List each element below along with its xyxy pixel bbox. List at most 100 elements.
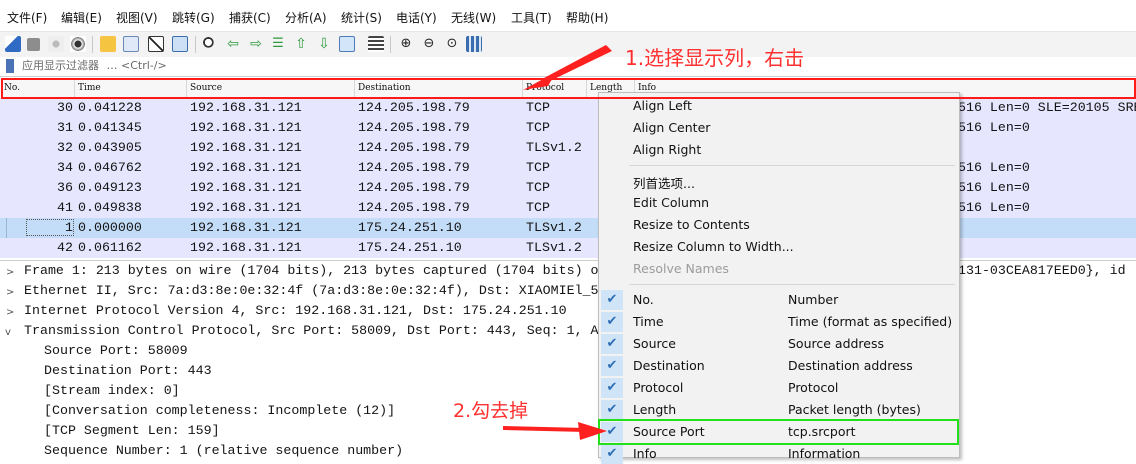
packet-row[interactable]: 31 0.041345 192.168.31.121 124.205.198.7… xyxy=(0,118,1136,138)
toolbar-separator xyxy=(195,36,196,53)
packet-row-selected[interactable]: 1 0.000000 192.168.31.121 175.24.251.10 … xyxy=(0,218,1136,238)
expand-arrow-icon[interactable]: > xyxy=(6,307,14,318)
annotation-step-1: 1.选择显示列，右击 xyxy=(625,46,805,70)
auto-scroll-icon[interactable] xyxy=(339,36,355,52)
menu-help[interactable]: 帮助(H) xyxy=(566,9,608,26)
menu-col-info[interactable]: Info xyxy=(633,446,657,461)
row-bracket-line xyxy=(6,218,7,238)
cell-destination: 124.205.198.79 xyxy=(358,200,470,215)
menu-file[interactable]: 文件(F) xyxy=(7,9,47,26)
packet-row[interactable]: 42 0.061162 192.168.31.121 175.24.251.10… xyxy=(0,238,1136,258)
cell-time: 0.061162 xyxy=(78,240,142,255)
menu-bar: 文件(F) 编辑(E) 视图(V) 跳转(G) 捕获(C) 分析(A) 统计(S… xyxy=(0,0,1136,31)
menu-col-destination[interactable]: Destination xyxy=(633,358,705,373)
menu-view[interactable]: 视图(V) xyxy=(116,9,158,26)
shark-fin-start-icon[interactable] xyxy=(5,36,21,52)
tree-tcp[interactable]: Transmission Control Protocol, Src Port:… xyxy=(24,323,599,338)
restart-capture-icon[interactable] xyxy=(48,36,64,52)
check-icon: ✔ xyxy=(601,334,623,354)
packet-row[interactable]: 32 0.043905 192.168.31.121 124.205.198.7… xyxy=(0,138,1136,158)
cell-source: 192.168.31.121 xyxy=(190,180,302,195)
menu-edit[interactable]: 编辑(E) xyxy=(61,9,102,26)
packet-row[interactable]: 36 0.049123 192.168.31.121 124.205.198.7… xyxy=(0,178,1136,198)
menu-resize-to-contents[interactable]: Resize to Contents xyxy=(633,217,750,232)
packet-row[interactable]: 30 0.041228 192.168.31.121 124.205.198.7… xyxy=(0,98,1136,118)
menu-go[interactable]: 跳转(G) xyxy=(172,9,215,26)
last-packet-icon[interactable]: ⇩ xyxy=(316,36,332,52)
header-highlight-box xyxy=(1,78,1136,99)
zoom-out-icon[interactable]: ⊖ xyxy=(421,36,437,52)
check-icon: ✔ xyxy=(601,312,623,332)
colorize-icon[interactable] xyxy=(368,36,384,52)
menu-analyze[interactable]: 分析(A) xyxy=(285,9,327,26)
menu-telephony[interactable]: 电话(Y) xyxy=(396,9,437,26)
find-packet-icon[interactable] xyxy=(202,36,218,52)
cell-destination: 124.205.198.79 xyxy=(358,160,470,175)
cell-destination: 175.24.251.10 xyxy=(358,240,462,255)
menu-capture[interactable]: 捕获(C) xyxy=(229,9,271,26)
reload-file-icon[interactable] xyxy=(172,36,188,52)
menu-resize-to-width[interactable]: Resize Column to Width... xyxy=(633,239,794,254)
go-forward-icon[interactable]: ⇨ xyxy=(248,36,264,52)
tree-child[interactable]: Destination Port: 443 xyxy=(44,363,212,378)
menu-align-center[interactable]: Align Center xyxy=(633,120,710,135)
zoom-reset-icon[interactable]: ⊙ xyxy=(444,36,460,52)
menu-edit-column[interactable]: Edit Column xyxy=(633,195,709,210)
cell-no: 36 xyxy=(57,180,73,195)
first-packet-icon[interactable]: ⇧ xyxy=(293,36,309,52)
menu-align-left[interactable]: Align Left xyxy=(633,98,692,113)
open-file-icon[interactable] xyxy=(100,36,116,52)
tree-ethernet[interactable]: Ethernet II, Src: 7a:d3:8e:0e:32:4f (7a:… xyxy=(24,283,599,298)
filter-placeholder: 应用显示过滤器 xyxy=(22,59,99,72)
menu-col-time-desc: Time (format as specified) xyxy=(788,314,953,329)
cell-time: 0.041345 xyxy=(78,120,142,135)
expand-arrow-icon[interactable]: > xyxy=(6,267,14,278)
tree-frame[interactable]: Frame 1: 213 bytes on wire (1704 bits), … xyxy=(24,263,599,278)
capture-options-icon[interactable] xyxy=(70,36,86,52)
main-toolbar: ⇦ ⇨ ☰ ⇧ ⇩ ⊕ ⊖ ⊙ xyxy=(0,31,1136,58)
cell-protocol: TLSv1.2 xyxy=(526,220,582,235)
menu-col-no[interactable]: No. xyxy=(633,292,654,307)
cell-destination: 124.205.198.79 xyxy=(358,140,470,155)
display-filter-input[interactable]: 应用显示过滤器 … <Ctrl-/> xyxy=(22,58,167,74)
expand-arrow-icon[interactable]: > xyxy=(6,287,14,298)
menu-separator xyxy=(629,284,955,285)
cell-destination: 124.205.198.79 xyxy=(358,120,470,135)
cell-source: 192.168.31.121 xyxy=(190,200,302,215)
go-to-packet-icon[interactable]: ☰ xyxy=(270,36,286,52)
cell-protocol: TCP xyxy=(526,160,550,175)
cell-protocol: TLSv1.2 xyxy=(526,140,582,155)
tree-child[interactable]: [TCP Segment Len: 159] xyxy=(44,423,220,438)
check-icon: ✔ xyxy=(601,356,623,376)
stop-capture-icon[interactable] xyxy=(27,38,40,51)
cell-source: 192.168.31.121 xyxy=(190,160,302,175)
cell-no: 31 xyxy=(57,120,73,135)
tree-child[interactable]: [Conversation completeness: Incomplete (… xyxy=(44,403,395,418)
close-file-icon[interactable] xyxy=(148,36,164,52)
packet-row[interactable]: 34 0.046762 192.168.31.121 124.205.198.7… xyxy=(0,158,1136,178)
zoom-in-icon[interactable]: ⊕ xyxy=(398,36,414,52)
menu-statistics[interactable]: 统计(S) xyxy=(341,9,382,26)
cell-protocol: TCP xyxy=(526,100,550,115)
menu-align-right[interactable]: Align Right xyxy=(633,142,701,157)
cell-info: 516 Len=0 xyxy=(958,120,1030,135)
collapse-arrow-icon[interactable]: v xyxy=(5,327,11,338)
tree-child[interactable]: Source Port: 58009 xyxy=(44,343,188,358)
filter-bookmark-icon[interactable] xyxy=(6,59,14,73)
menu-col-time[interactable]: Time xyxy=(633,314,664,329)
save-file-icon[interactable] xyxy=(123,36,139,52)
menu-column-preferences[interactable]: 列首选项... xyxy=(633,173,695,192)
menu-wireless[interactable]: 无线(W) xyxy=(451,9,496,26)
menu-tools[interactable]: 工具(T) xyxy=(511,9,552,26)
tree-child[interactable]: [Stream index: 0] xyxy=(44,383,180,398)
cell-time: 0.046762 xyxy=(78,160,142,175)
cell-protocol: TCP xyxy=(526,180,550,195)
menu-col-length[interactable]: Length xyxy=(633,402,676,417)
menu-col-protocol[interactable]: Protocol xyxy=(633,380,683,395)
tree-ipv4[interactable]: Internet Protocol Version 4, Src: 192.16… xyxy=(24,303,567,318)
column-context-menu: Align Left Align Center Align Right 列首选项… xyxy=(598,92,960,464)
go-back-icon[interactable]: ⇦ xyxy=(225,36,241,52)
resize-columns-icon[interactable] xyxy=(466,36,482,52)
packet-row[interactable]: 41 0.049838 192.168.31.121 124.205.198.7… xyxy=(0,198,1136,218)
menu-col-source[interactable]: Source xyxy=(633,336,676,351)
